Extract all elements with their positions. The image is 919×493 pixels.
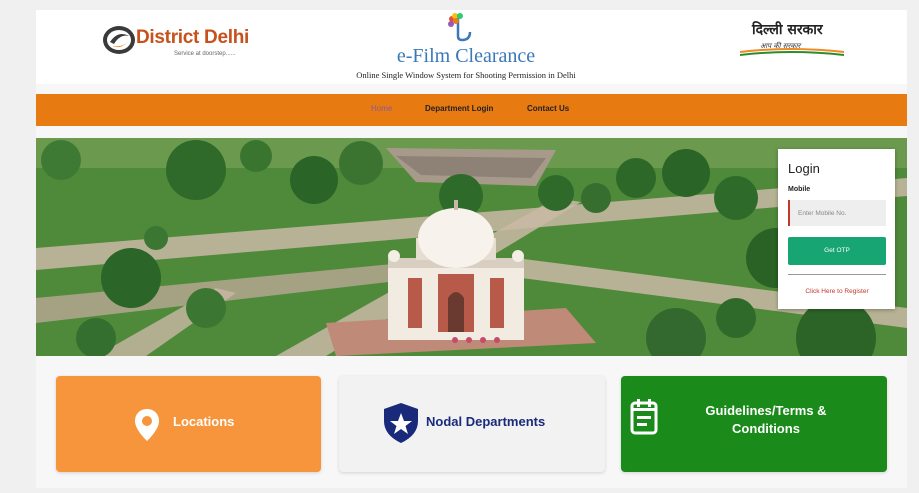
carousel-dot-4[interactable]	[494, 337, 500, 343]
carousel-dot-3[interactable]	[480, 337, 486, 343]
efilm-brand[interactable]: e-Film Clearance Online Single Window Sy…	[326, 12, 606, 82]
hero-carousel[interactable]	[36, 138, 907, 356]
register-link[interactable]: Click Here to Register	[788, 282, 886, 302]
login-divider	[788, 274, 886, 275]
guidelines-card[interactable]: Guidelines/Terms & Conditions	[621, 376, 887, 472]
nav-department-login[interactable]: Department Login	[425, 104, 493, 113]
login-title: Login	[788, 161, 820, 176]
efilm-subtitle: Online Single Window System for Shooting…	[356, 70, 576, 80]
carousel-indicators	[452, 337, 512, 345]
get-otp-button[interactable]: Get OTP	[788, 237, 886, 265]
login-panel: Login Mobile Get OTP Click Here to Regis…	[778, 149, 895, 309]
film-emblem-icon	[448, 13, 472, 42]
nav-home[interactable]: Home	[371, 104, 392, 113]
delhi-govt-title: दिल्ली सरकार	[752, 22, 823, 38]
site-header: District Delhi Service at doorstep......…	[36, 10, 907, 84]
nodal-departments-card[interactable]: Nodal Departments	[339, 376, 605, 472]
page: District Delhi Service at doorstep......…	[36, 10, 907, 488]
district-delhi-logo[interactable]: District Delhi Service at doorstep......	[102, 24, 252, 60]
mobile-input[interactable]	[788, 200, 886, 226]
nodal-departments-label: Nodal Departments	[426, 414, 546, 429]
carousel-dot-1[interactable]	[452, 337, 458, 343]
district-delhi-title: District Delhi	[136, 27, 249, 48]
district-delhi-mark-icon	[103, 26, 135, 54]
location-pin-icon	[135, 409, 159, 441]
hero-image	[36, 138, 907, 356]
mobile-label: Mobile	[788, 186, 811, 193]
shield-star-icon	[384, 403, 418, 443]
locations-card[interactable]: Locations	[56, 376, 321, 472]
guidelines-label: Guidelines/Terms & Conditions	[705, 403, 827, 436]
main-nav: Home Department Login Contact Us	[36, 94, 907, 126]
nav-contact-us[interactable]: Contact Us	[527, 104, 569, 113]
delhi-govt-logo[interactable]: दिल्ली सरकार आप की सरकार	[740, 20, 844, 60]
tricolor-swoosh-icon	[740, 48, 844, 56]
district-delhi-tagline: Service at doorstep......	[174, 51, 236, 57]
locations-label: Locations	[173, 414, 235, 429]
carousel-dot-2[interactable]	[466, 337, 472, 343]
efilm-title: e-Film Clearance	[396, 45, 536, 67]
calendar-list-icon	[630, 399, 658, 435]
